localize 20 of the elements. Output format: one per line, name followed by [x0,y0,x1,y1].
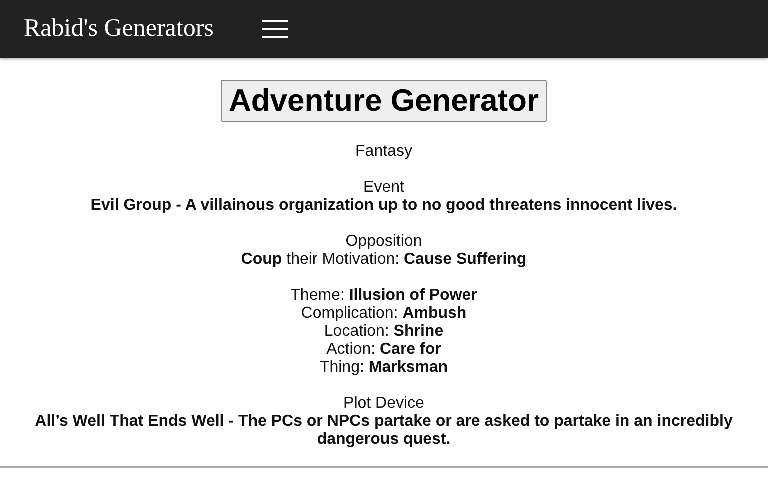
genre-label: Fantasy [356,143,412,161]
field-label: Complication: [301,305,398,322]
field-value: Ambush [402,305,467,322]
section-heading: Opposition [344,233,424,251]
field-label: Action: [326,341,376,358]
menu-icon[interactable] [262,20,288,38]
section-description: Evil Group - A villainous organization up to no good threatens innocent lives. [90,197,678,215]
site-brand[interactable]: Rabid's Generators [24,15,214,43]
field-value: Care for [380,341,442,358]
section-description: All’s Well That Ends Well - The PCs or NPCs partake or are asked to partake in an incredibly dangerous quest. [34,413,734,449]
field-label: Thing: [320,359,364,376]
section-heading: Plot Device [342,395,426,413]
field-label: Theme: [290,287,345,304]
field-value: Marksman [368,359,448,376]
field-value: Shrine [394,323,444,340]
section-heading: Event [362,179,406,197]
field-value: Illusion of Power [349,287,478,304]
field-label: Location: [324,323,390,340]
generate-button[interactable]: Adventure Generator [220,80,548,122]
section-text: Coup their Motivation: Cause Suffering [241,251,527,269]
